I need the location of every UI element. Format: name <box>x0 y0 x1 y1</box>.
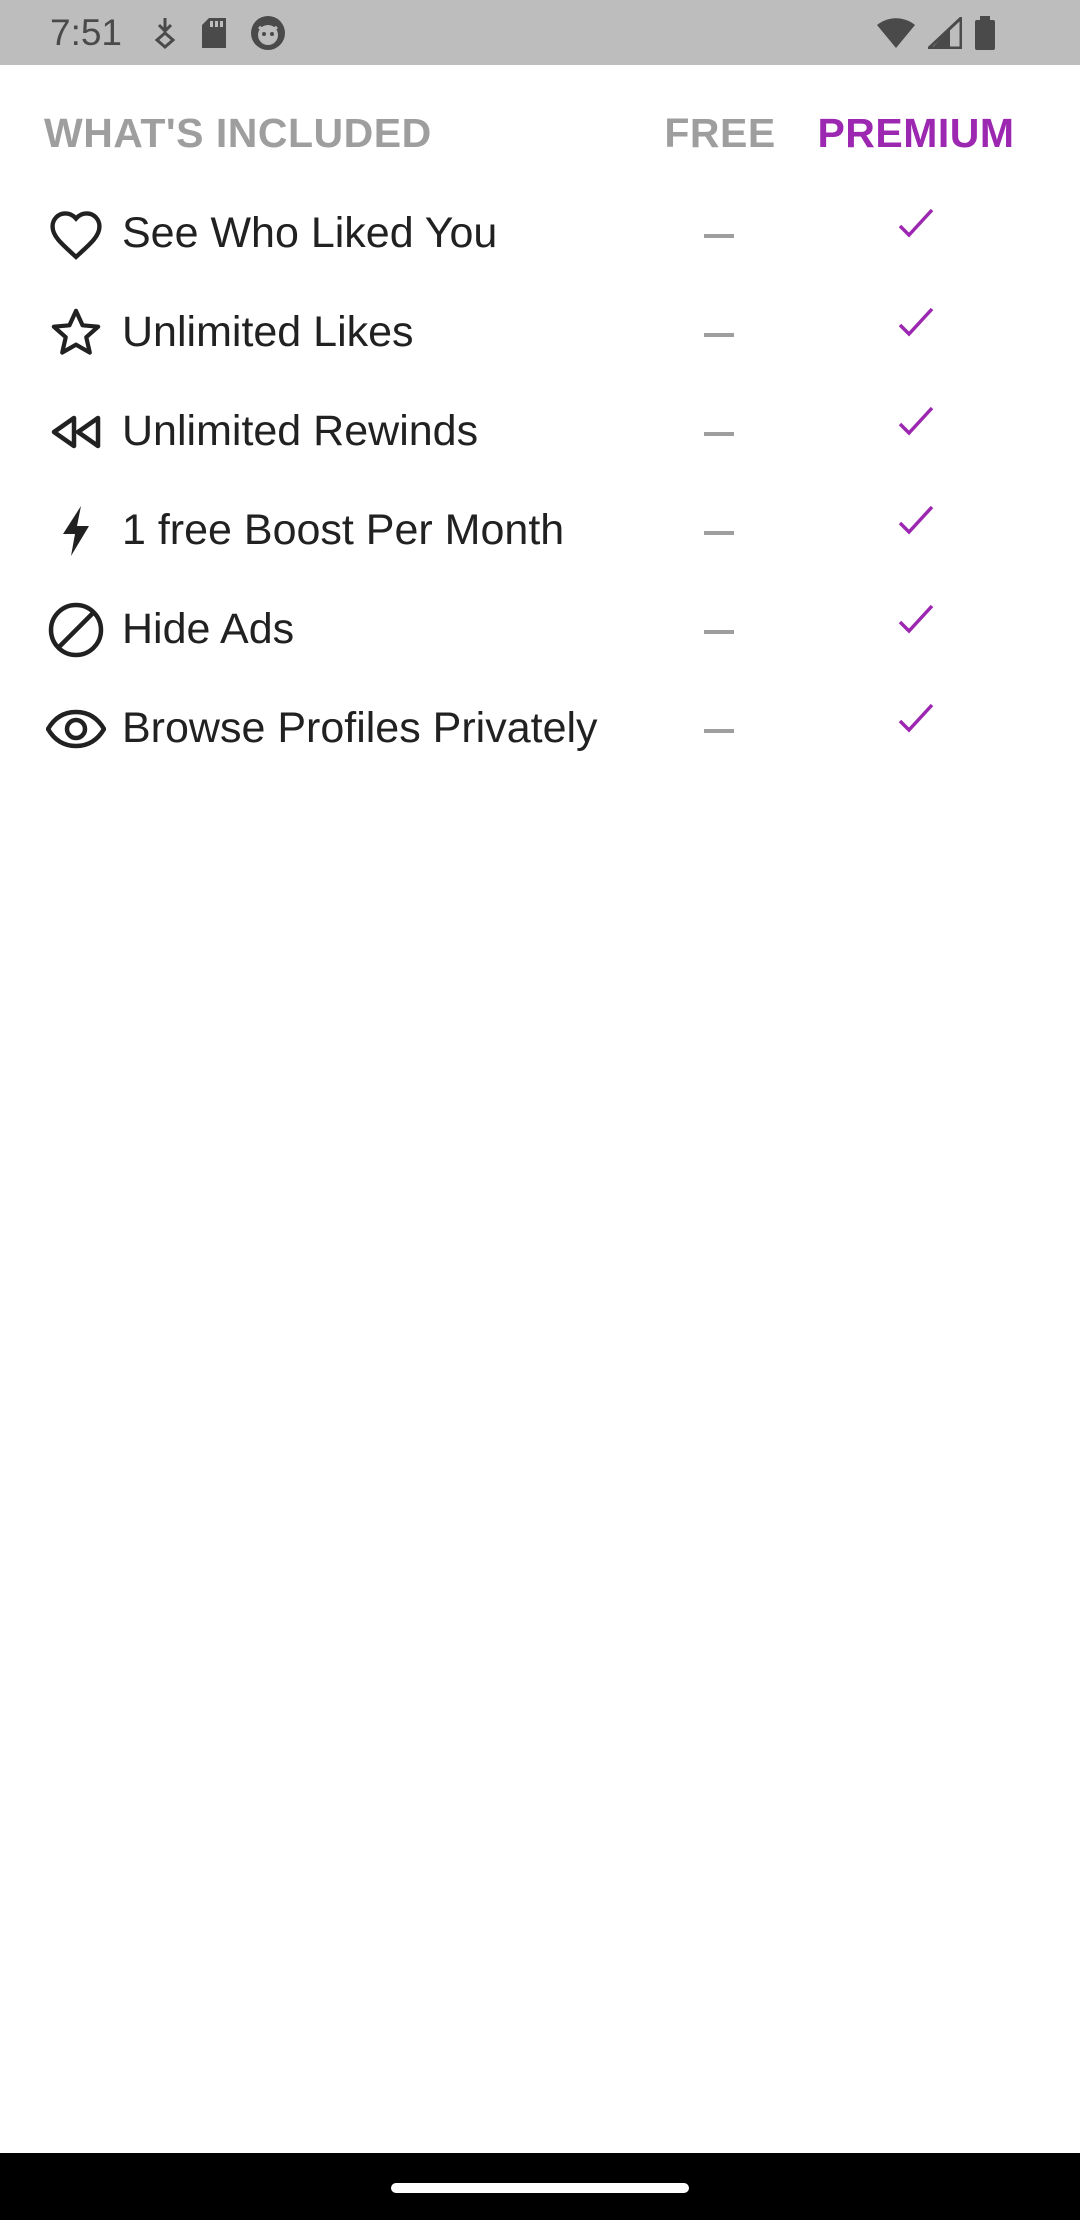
feature-row-unlimited-rewinds: Unlimited Rewinds <box>0 386 1080 485</box>
feature-list: See Who Liked You Unlimited Likes Unlimi… <box>0 188 1080 782</box>
eye-icon <box>44 697 108 761</box>
sd-card-icon <box>200 17 228 49</box>
feature-row-boost: 1 free Boost Per Month <box>0 485 1080 584</box>
feature-row-hide-ads: Hide Ads <box>0 584 1080 683</box>
premium-check-icon <box>896 204 936 244</box>
status-icons-right <box>864 14 996 52</box>
download-icon <box>152 16 178 50</box>
feature-label: Hide Ads <box>122 605 295 653</box>
premium-check-icon <box>896 699 936 739</box>
status-bar: 7:51 <box>0 0 1080 65</box>
bolt-icon <box>44 499 108 563</box>
premium-check-icon <box>896 501 936 541</box>
status-icons-left <box>152 14 308 52</box>
cat-face-icon <box>250 15 286 51</box>
star-icon <box>44 301 108 365</box>
free-unavailable-dash <box>704 432 734 436</box>
rewind-icon <box>44 400 108 464</box>
battery-icon <box>974 16 996 50</box>
premium-check-icon <box>896 303 936 343</box>
home-gesture-handle[interactable] <box>391 2183 689 2193</box>
comparison-header: WHAT'S INCLUDED FREE PREMIUM <box>0 100 1080 172</box>
status-time: 7:51 <box>50 12 123 53</box>
free-column-heading: FREE <box>664 110 776 156</box>
navigation-bar <box>0 2153 1080 2220</box>
feature-row-unlimited-likes: Unlimited Likes <box>0 287 1080 386</box>
premium-check-icon <box>896 600 936 640</box>
feature-label: Unlimited Likes <box>122 308 414 356</box>
premium-check-icon <box>896 402 936 442</box>
premium-column-heading: PREMIUM <box>817 110 1015 156</box>
feature-label: See Who Liked You <box>122 209 498 257</box>
heart-icon <box>44 202 108 266</box>
wifi-icon <box>876 17 916 49</box>
free-unavailable-dash <box>704 630 734 634</box>
whats-included-heading: WHAT'S INCLUDED <box>44 110 432 156</box>
feature-label: Unlimited Rewinds <box>122 407 479 455</box>
feature-label: 1 free Boost Per Month <box>122 506 565 554</box>
feature-row-see-who-liked-you: See Who Liked You <box>0 188 1080 287</box>
block-icon <box>44 598 108 662</box>
feature-row-browse-privately: Browse Profiles Privately <box>0 683 1080 782</box>
feature-label: Browse Profiles Privately <box>122 704 598 752</box>
free-unavailable-dash <box>704 234 734 238</box>
free-unavailable-dash <box>704 729 734 733</box>
free-unavailable-dash <box>704 333 734 337</box>
free-unavailable-dash <box>704 531 734 535</box>
signal-icon <box>928 17 962 49</box>
